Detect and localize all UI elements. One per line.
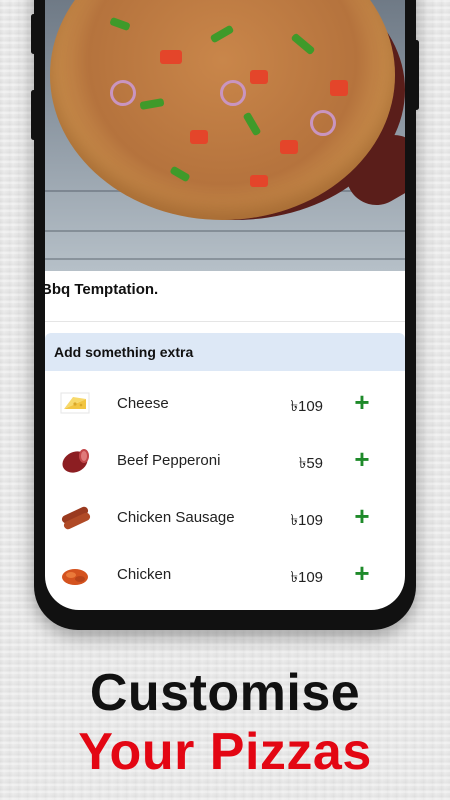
phone-side-button <box>31 90 36 140</box>
add-icon[interactable]: + <box>351 559 373 587</box>
app-screen: Bbq Temptation. Add something extra Chee… <box>45 0 405 610</box>
extras-section-header: Add something extra <box>45 333 405 371</box>
pizza-image <box>45 0 405 271</box>
add-icon[interactable]: + <box>351 502 373 530</box>
extra-item-name: Chicken Sausage <box>117 509 235 526</box>
extra-item-name: Beef Pepperoni <box>117 452 221 469</box>
extra-item-chicken-sausage[interactable]: Chicken Sausage ৳109 + <box>45 489 405 546</box>
pepperoni-icon <box>59 446 91 474</box>
add-icon[interactable]: + <box>351 388 373 416</box>
extra-item-cheese[interactable]: Cheese ৳109 + <box>45 375 405 432</box>
extra-item-name: Chicken <box>117 566 172 583</box>
extras-header-label: Add something extra <box>54 344 194 360</box>
phone-side-button <box>31 14 36 54</box>
extra-item-chicken[interactable]: Chicken ৳109 + <box>45 546 405 603</box>
product-title: Bbq Temptation. <box>45 281 159 298</box>
phone-power-button <box>414 40 419 110</box>
extra-item-price: ৳109 <box>290 512 324 529</box>
promo-headline-line2: Your Pizzas <box>78 723 372 781</box>
sausage-icon <box>59 503 91 531</box>
extra-item-beef-pepperoni[interactable]: Beef Pepperoni ৳59 + <box>45 432 405 489</box>
cheese-icon <box>59 389 91 417</box>
extra-item-name: Cheese <box>117 395 169 412</box>
add-icon[interactable]: + <box>351 445 373 473</box>
promo-headline-line1: Customise <box>89 664 361 722</box>
extra-item-price: ৳109 <box>290 569 324 586</box>
divider <box>45 321 405 322</box>
extra-item-price: ৳109 <box>290 398 324 415</box>
chicken-icon <box>59 560 91 588</box>
extra-item-price: ৳59 <box>298 455 323 472</box>
